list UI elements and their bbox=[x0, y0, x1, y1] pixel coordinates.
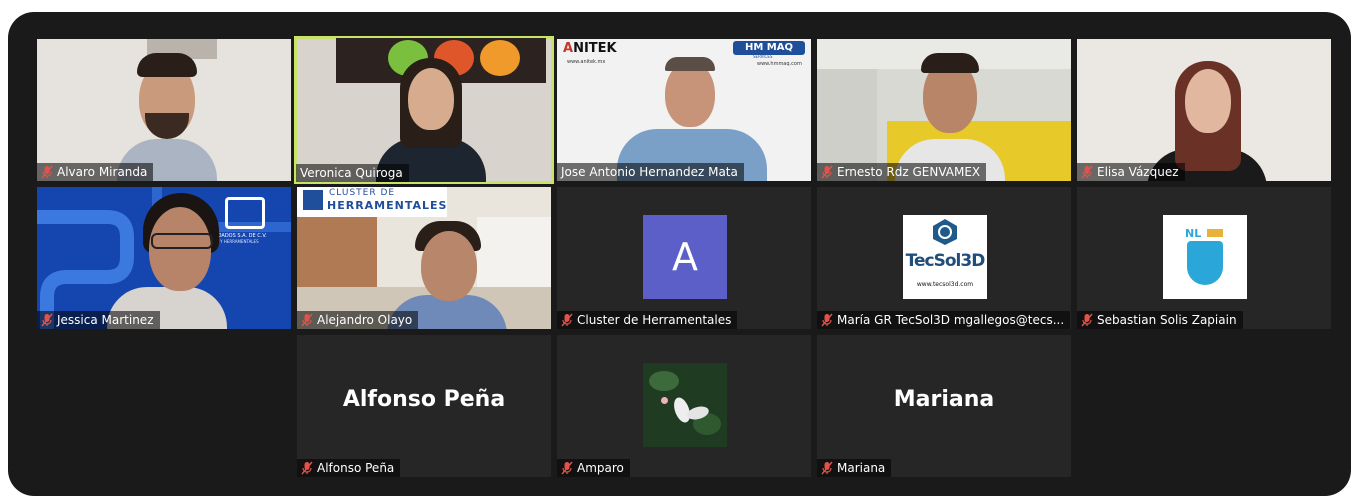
muted-mic-icon bbox=[41, 313, 53, 327]
name-tag: Ernesto Rdz GENVAMEX bbox=[817, 163, 987, 181]
muted-mic-icon bbox=[821, 165, 833, 179]
name-tag: Sebastian Solis Zapiain bbox=[1077, 311, 1243, 329]
muted-mic-icon bbox=[561, 461, 573, 475]
name-tag: Alejandro Olayo bbox=[297, 311, 419, 329]
banner-line-1: CLUSTER DE bbox=[329, 188, 396, 198]
participant-name: Jose Antonio Hernandez Mata bbox=[561, 165, 738, 179]
video-tile-amparo[interactable]: Amparo bbox=[557, 335, 811, 477]
participant-name: Alfonso Peña bbox=[317, 461, 395, 475]
video-tile-elisa[interactable]: Elisa Vázquez bbox=[1077, 39, 1331, 181]
tecsol3d-url: www.tecsol3d.com bbox=[916, 281, 974, 288]
name-tag: Veronica Quiroga bbox=[296, 164, 409, 182]
participant-name: Cluster de Herramentales bbox=[577, 313, 732, 327]
background-logo-left: ANITEK bbox=[563, 41, 617, 56]
participant-name: Amparo bbox=[577, 461, 624, 475]
background-logo-right: HM MAQ bbox=[733, 41, 805, 55]
video-tile-alfonso[interactable]: Alfonso Peña Alfonso Peña bbox=[297, 335, 551, 477]
name-tag: Cluster de Herramentales bbox=[557, 311, 738, 329]
background-url-left: www.anitek.mx bbox=[567, 59, 606, 65]
muted-mic-icon bbox=[821, 461, 833, 475]
video-tile-cluster[interactable]: A Cluster de Herramentales bbox=[557, 187, 811, 329]
muted-mic-icon bbox=[821, 313, 833, 327]
background-url-right: www.hmmaq.com bbox=[757, 61, 802, 67]
name-tag: Elisa Vázquez bbox=[1077, 163, 1185, 181]
cluster-logo-icon bbox=[303, 190, 323, 210]
video-tile-jessica[interactable]: CANDADOS S.A. DE C.V. ... Y HERRAMENTALE… bbox=[37, 187, 291, 329]
video-tile-sebastian[interactable]: NL Sebastian Solis Zapiain bbox=[1077, 187, 1331, 329]
display-name: Mariana bbox=[893, 387, 995, 412]
muted-mic-icon bbox=[561, 313, 573, 327]
participant-name: Alejandro Olayo bbox=[317, 313, 413, 327]
muted-mic-icon bbox=[41, 165, 53, 179]
video-tile-mariana[interactable]: Mariana Mariana bbox=[817, 335, 1071, 477]
name-tag: María GR TecSol3D mgallegos@tecs... bbox=[817, 311, 1071, 329]
tecsol3d-emblem-icon bbox=[933, 219, 957, 245]
company-logo bbox=[225, 197, 265, 229]
background-logo-right-sub: SERVICES bbox=[753, 54, 773, 59]
muted-mic-icon bbox=[301, 313, 313, 327]
participant-name: Veronica Quiroga bbox=[300, 166, 403, 180]
participant-name: María GR TecSol3D mgallegos@tecs... bbox=[837, 313, 1065, 327]
video-tile-jose[interactable]: ANITEK www.anitek.mx HM MAQ SERVICES www… bbox=[557, 39, 811, 181]
participant-name: Ernesto Rdz GENVAMEX bbox=[837, 165, 981, 179]
muted-mic-icon bbox=[301, 461, 313, 475]
participant-name: Alvaro Miranda bbox=[57, 165, 148, 179]
crown-icon bbox=[1207, 229, 1223, 237]
participant-name: Mariana bbox=[837, 461, 886, 475]
letter-avatar: A bbox=[643, 215, 727, 299]
participant-name: Elisa Vázquez bbox=[1097, 165, 1179, 179]
name-tag: Jose Antonio Hernandez Mata bbox=[557, 163, 744, 181]
profile-picture bbox=[643, 363, 727, 447]
meeting-gallery-window: Alvaro Miranda Veronica Quiroga ANITEK w… bbox=[8, 12, 1351, 496]
video-tile-alejandro[interactable]: CLUSTER DE HERRAMENTALES Alejandro Olayo bbox=[297, 187, 551, 329]
video-tile-alvaro[interactable]: Alvaro Miranda bbox=[37, 39, 291, 181]
participant-name: Sebastian Solis Zapiain bbox=[1097, 313, 1237, 327]
muted-mic-icon bbox=[1081, 313, 1093, 327]
name-tag: Amparo bbox=[557, 459, 630, 477]
name-tag: Alfonso Peña bbox=[297, 459, 401, 477]
banner-line-2: HERRAMENTALES bbox=[327, 199, 448, 212]
company-name-sub: ... Y HERRAMENTALES bbox=[215, 239, 259, 244]
name-tag: Jessica Martinez bbox=[37, 311, 160, 329]
name-tag: Mariana bbox=[817, 459, 892, 477]
video-tile-veronica[interactable]: Veronica Quiroga bbox=[294, 36, 554, 184]
tecsol3d-logo: TecSol3D www.tecsol3d.com bbox=[903, 215, 987, 299]
nl-text: NL bbox=[1185, 227, 1202, 240]
nl-logo: NL bbox=[1163, 215, 1247, 299]
video-tile-maria[interactable]: TecSol3D www.tecsol3d.com María GR TecSo… bbox=[817, 187, 1071, 329]
tecsol3d-wordmark: TecSol3D bbox=[905, 251, 986, 271]
video-tile-ernesto[interactable]: Ernesto Rdz GENVAMEX bbox=[817, 39, 1071, 181]
muted-mic-icon bbox=[1081, 165, 1093, 179]
name-tag: Alvaro Miranda bbox=[37, 163, 154, 181]
display-name: Alfonso Peña bbox=[342, 387, 506, 412]
participant-name: Jessica Martinez bbox=[57, 313, 154, 327]
shield-icon bbox=[1187, 241, 1223, 285]
